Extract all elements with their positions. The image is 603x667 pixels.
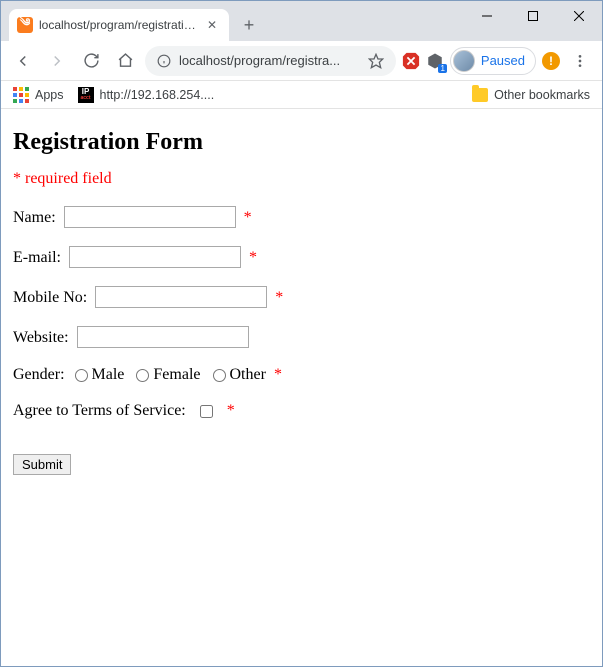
window-controls (464, 1, 602, 31)
ip-bookmark[interactable]: IPacct http://192.168.254.... (78, 87, 215, 103)
mobile-label: Mobile No: (13, 289, 87, 306)
other-bookmarks[interactable]: Other bookmarks (472, 88, 590, 102)
name-input[interactable] (64, 206, 236, 228)
extension-cube-icon[interactable]: 1 (426, 52, 444, 70)
close-tab-icon[interactable]: ✕ (205, 18, 219, 32)
apps-bookmark[interactable]: Apps (13, 87, 64, 103)
maximize-button[interactable] (510, 1, 556, 31)
website-field-row: Website: (13, 326, 590, 348)
required-star: * (274, 366, 282, 383)
browser-tab[interactable]: ༄ localhost/program/registration.p ✕ (9, 9, 229, 41)
folder-icon (472, 88, 488, 102)
required-star: * (275, 289, 283, 306)
gender-label: Gender: (13, 366, 65, 383)
terms-label: Agree to Terms of Service: (13, 402, 186, 419)
email-label: E-mail: (13, 249, 61, 266)
ip-icon: IPacct (78, 87, 94, 103)
gender-male-label: Male (92, 366, 125, 383)
alert-badge-icon[interactable]: ! (542, 52, 560, 70)
paused-label: Paused (481, 53, 525, 68)
home-button[interactable] (111, 47, 139, 75)
ip-label: http://192.168.254.... (100, 88, 215, 102)
gender-field-row: Gender: Male Female Other * (13, 366, 590, 384)
xampp-icon: ༄ (17, 17, 33, 33)
apps-label: Apps (35, 88, 64, 102)
required-star: * (244, 209, 252, 226)
url-text: localhost/program/registra... (179, 53, 360, 68)
window-titlebar: ༄ localhost/program/registration.p ✕ + (1, 1, 602, 41)
menu-button[interactable] (566, 47, 594, 75)
required-star: * (249, 249, 257, 266)
apps-grid-icon (13, 87, 29, 103)
reload-button[interactable] (77, 47, 105, 75)
other-bookmarks-label: Other bookmarks (494, 88, 590, 102)
gender-male-radio[interactable] (75, 369, 88, 382)
email-input[interactable] (69, 246, 241, 268)
tab-title: localhost/program/registration.p (39, 18, 199, 32)
browser-toolbar: localhost/program/registra... 1 Paused ! (1, 41, 602, 81)
website-label: Website: (13, 329, 69, 346)
email-field-row: E-mail: * (13, 246, 590, 268)
required-note: * required field (13, 170, 590, 188)
minimize-button[interactable] (464, 1, 510, 31)
submit-button[interactable]: Submit (13, 454, 71, 475)
page-content: Registration Form * required field Name:… (1, 129, 602, 487)
page-heading: Registration Form (13, 129, 590, 156)
name-label: Name: (13, 209, 56, 226)
avatar-icon (453, 50, 475, 72)
gender-other-radio[interactable] (213, 369, 226, 382)
extension-adblock-icon[interactable] (402, 52, 420, 70)
bookmarks-bar: Apps IPacct http://192.168.254.... Other… (1, 81, 602, 109)
new-tab-button[interactable]: + (235, 11, 263, 39)
forward-button[interactable] (43, 47, 71, 75)
website-input[interactable] (77, 326, 249, 348)
profile-paused-chip[interactable]: Paused (450, 47, 536, 75)
terms-field-row: Agree to Terms of Service: * (13, 402, 590, 420)
mobile-input[interactable] (95, 286, 267, 308)
info-icon (157, 54, 171, 68)
close-window-button[interactable] (556, 1, 602, 31)
star-icon[interactable] (368, 53, 384, 69)
mobile-field-row: Mobile No: * (13, 286, 590, 308)
gender-other-label: Other (230, 366, 266, 383)
address-bar[interactable]: localhost/program/registra... (145, 46, 396, 76)
back-button[interactable] (9, 47, 37, 75)
name-field-row: Name: * (13, 206, 590, 228)
required-star: * (227, 402, 235, 419)
terms-checkbox[interactable] (200, 405, 213, 418)
gender-female-label: Female (153, 366, 200, 383)
gender-female-radio[interactable] (136, 369, 149, 382)
